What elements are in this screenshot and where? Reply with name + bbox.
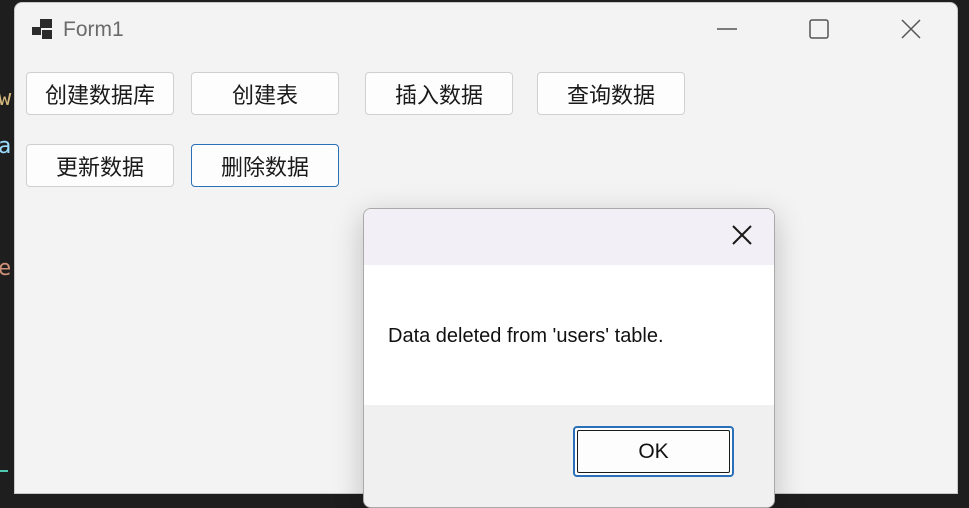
update-data-button[interactable]: 更新数据 xyxy=(26,144,174,187)
dialog-titlebar[interactable] xyxy=(364,209,774,265)
close-icon xyxy=(731,224,753,250)
insert-data-button[interactable]: 插入数据 xyxy=(365,72,513,115)
window-title: Form1 xyxy=(63,18,124,41)
create-database-button[interactable]: 创建数据库 xyxy=(26,72,174,115)
editor-glyph: a xyxy=(0,134,12,159)
maximize-icon xyxy=(808,18,830,44)
create-table-button[interactable]: 创建表 xyxy=(191,72,339,115)
minimize-icon xyxy=(716,18,738,44)
close-icon xyxy=(900,18,922,44)
maximize-button[interactable] xyxy=(773,3,865,59)
minimize-button[interactable] xyxy=(681,3,773,59)
ok-button[interactable]: OK xyxy=(573,426,734,477)
delete-data-button[interactable]: 删除数据 xyxy=(191,144,339,187)
background-editor: w a e: xyxy=(0,0,25,487)
app-icon xyxy=(31,19,55,41)
message-box-dialog: Data deleted from 'users' table. OK xyxy=(363,208,775,508)
dialog-content: Data deleted from 'users' table. xyxy=(364,265,774,405)
dialog-footer: OK xyxy=(364,405,774,507)
editor-glyph: w xyxy=(0,86,12,111)
close-button[interactable] xyxy=(865,3,957,59)
editor-accent-bar xyxy=(0,470,8,472)
window-titlebar[interactable]: Form1 xyxy=(15,3,957,59)
query-data-button[interactable]: 查询数据 xyxy=(537,72,685,115)
dialog-close-button[interactable] xyxy=(724,219,760,255)
dialog-message: Data deleted from 'users' table. xyxy=(388,325,664,347)
